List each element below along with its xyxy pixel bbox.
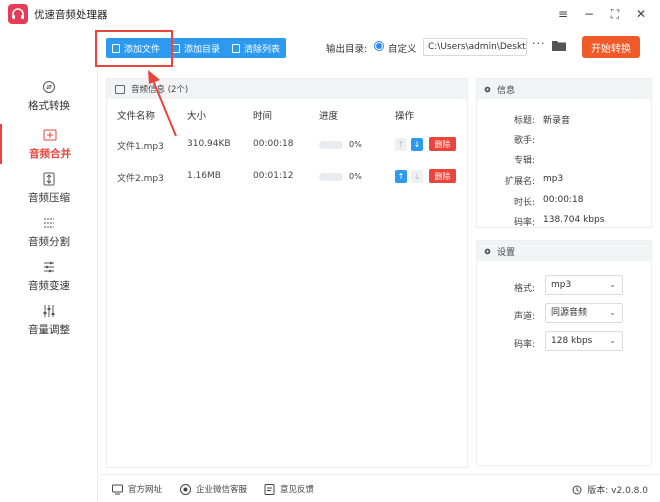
move-up-button[interactable]: ↑ [395,170,407,183]
table-row[interactable]: 文件2.mp3 1.16MB 00:01:12 0% ↑ ↓ 删除 [107,163,467,189]
sidebar-item-label: 格式转换 [28,99,70,112]
sidebar-item-label: 音频压缩 [28,191,70,204]
channel-select[interactable]: 同源音频 ⌄ [545,303,623,323]
file-list-panel: 音频信息 (2个) 文件名称 大小 时间 进度 操作 文件1.mp3 310.9… [106,78,468,468]
chevron-down-icon: ⌄ [609,308,616,317]
image-icon [115,84,125,94]
toolbar: 添加文件 添加目录 清除列表 输出目录: 自定义 C:\Users\admin\… [100,28,660,66]
sidebar: 格式转换 音频合并 音频压缩 音频分割 音频变速 音量调整 [0,28,98,502]
info-panel: 信息 标题: 新录音 歌手: 专辑: 扩展名: mp3 时长: 00:00:18… [476,78,652,228]
file-time: 00:00:18 [253,139,294,149]
col-actions: 操作 [395,111,415,122]
move-down-button[interactable]: ↓ [411,138,423,151]
footer: 官方网址 企业微信客服 意见反馈 版本: v2.0.8.0 [100,474,660,502]
monitor-icon [112,484,123,494]
sidebar-item-compress[interactable]: 音频压缩 [0,168,98,208]
merge-icon [42,128,58,142]
file-size: 1.16MB [187,171,221,181]
output-dir-label: 输出目录: [326,44,368,55]
add-folder-button[interactable]: 添加目录 [166,38,226,58]
start-convert-button[interactable]: 开始转换 [582,36,640,58]
feedback-link[interactable]: 意见反馈 [264,483,314,495]
sidebar-item-split[interactable]: 音频分割 [0,212,98,252]
settings-panel: 设置 格式: mp3 ⌄ 声道: 同源音频 ⌄ 码率: 128 kbps ⌄ [476,240,652,466]
highlight-box [95,30,173,67]
progress-text: 0% [349,140,362,149]
browse-more-button[interactable]: ··· [532,37,546,50]
minimize-icon[interactable]: − [576,4,602,24]
delete-button[interactable]: 删除 [429,137,456,151]
column-headers: 文件名称 大小 时间 进度 操作 [107,105,467,123]
col-progress: 进度 [319,111,339,122]
wechat-support-link[interactable]: 企业微信客服 [180,483,247,495]
table-row[interactable]: 文件1.mp3 310.94KB 00:00:18 0% ↑ ↓ 删除 [107,131,467,157]
sidebar-item-format-convert[interactable]: 格式转换 [0,76,98,116]
info-panel-header: 信息 [477,79,651,99]
file-list-header: 音频信息 (2个) [107,79,467,99]
gear-icon [484,248,491,254]
sidebar-item-merge[interactable]: 音频合并 [0,124,98,164]
refresh-icon [572,485,582,494]
format-convert-icon [41,80,57,94]
feedback-icon [264,483,275,495]
menu-icon[interactable]: ≡ [550,4,576,24]
file-name: 文件1.mp3 [117,142,164,152]
maximize-icon[interactable]: ⛶ [602,4,628,24]
version-info: 版本: v2.0.8.0 [572,483,648,496]
close-icon[interactable]: ✕ [628,4,654,24]
custom-radio[interactable] [374,41,384,51]
file-time: 00:01:12 [253,171,294,181]
gear-icon [484,86,491,92]
sidebar-item-label: 音量调整 [28,323,70,336]
col-size: 大小 [187,111,207,122]
title-bar: 优速音频处理器 ≡ − ⛶ ✕ [0,0,660,28]
volume-icon [41,304,57,318]
chevron-down-icon: ⌄ [609,280,616,289]
format-select[interactable]: mp3 ⌄ [545,275,623,295]
sidebar-item-label: 音频变速 [28,279,70,292]
col-time: 时间 [253,111,273,122]
chat-icon [180,483,191,495]
split-icon [41,216,57,230]
app-title: 优速音频处理器 [34,8,108,21]
sidebar-item-volume[interactable]: 音量调整 [0,300,98,340]
trash-icon [232,43,241,53]
chevron-down-icon: ⌄ [609,336,616,345]
sidebar-item-label: 音频合并 [29,147,71,160]
sidebar-item-speed[interactable]: 音频变速 [0,256,98,296]
speed-icon [41,260,57,274]
folder-open-icon[interactable] [552,40,566,51]
sidebar-item-label: 音频分割 [28,235,70,248]
file-name: 文件2.mp3 [117,174,164,184]
move-down-button[interactable]: ↓ [411,170,423,183]
compress-icon [41,172,57,186]
website-link[interactable]: 官方网址 [112,483,162,495]
output-path-field[interactable]: C:\Users\admin\Deskto [423,38,527,56]
col-name: 文件名称 [117,111,156,122]
file-size: 310.94KB [187,139,231,149]
progress-text: 0% [349,172,362,181]
settings-panel-header: 设置 [477,241,651,261]
progress-bar [319,141,343,149]
bitrate-select[interactable]: 128 kbps ⌄ [545,331,623,351]
clear-list-button[interactable]: 清除列表 [226,38,286,58]
delete-button[interactable]: 删除 [429,169,456,183]
custom-radio-label: 自定义 [388,44,417,55]
folder-add-icon [172,43,181,53]
progress-bar [319,173,343,181]
move-up-button[interactable]: ↑ [395,138,407,151]
app-logo-icon [8,4,28,24]
